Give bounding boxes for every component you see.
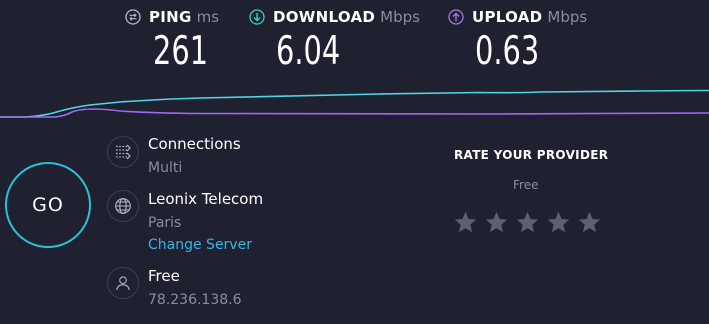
ping-label: PING: [149, 8, 192, 26]
upload-graph-line: [0, 108, 709, 118]
speed-graph: [0, 89, 709, 118]
rate-provider-heading: RATE YOUR PROVIDER: [454, 148, 609, 162]
connections-value: Multi: [148, 160, 183, 176]
ping-icon: [125, 9, 141, 25]
download-header: DOWNLOAD Mbps: [249, 8, 420, 26]
globe-icon: [107, 190, 139, 222]
speedtest-panel: PING ms 261 DOWNLOAD Mbps 6.04 UPLOAD Mb…: [0, 0, 709, 324]
isp-name: Free: [148, 267, 180, 285]
upload-arrow-icon: [448, 9, 464, 25]
go-button[interactable]: GO: [5, 162, 91, 248]
connections-title: Connections: [148, 135, 241, 153]
download-label: DOWNLOAD: [273, 8, 376, 26]
ping-unit: ms: [196, 8, 220, 26]
upload-value: 0.63: [475, 29, 540, 74]
server-name: Leonix Telecom: [148, 190, 264, 208]
connections-icon: [107, 136, 139, 168]
ping-header: PING ms: [125, 8, 219, 26]
ip-address: 78.236.138.6: [148, 292, 242, 308]
star-icon[interactable]: [515, 210, 540, 235]
upload-unit: Mbps: [547, 8, 588, 26]
star-icon[interactable]: [453, 210, 478, 235]
ping-value: 261: [153, 29, 209, 74]
upload-header: UPLOAD Mbps: [448, 8, 587, 26]
server-location: Paris: [148, 215, 182, 231]
star-icon[interactable]: [484, 210, 509, 235]
star-rating: [453, 210, 608, 235]
user-icon: [107, 267, 139, 299]
rate-provider-name: Free: [513, 178, 539, 192]
download-unit: Mbps: [380, 8, 420, 26]
download-arrow-icon: [249, 9, 265, 25]
upload-label: UPLOAD: [472, 8, 543, 26]
download-value: 6.04: [276, 29, 341, 74]
change-server-link[interactable]: Change Server: [148, 237, 252, 253]
star-icon[interactable]: [577, 210, 602, 235]
star-icon[interactable]: [546, 210, 571, 235]
